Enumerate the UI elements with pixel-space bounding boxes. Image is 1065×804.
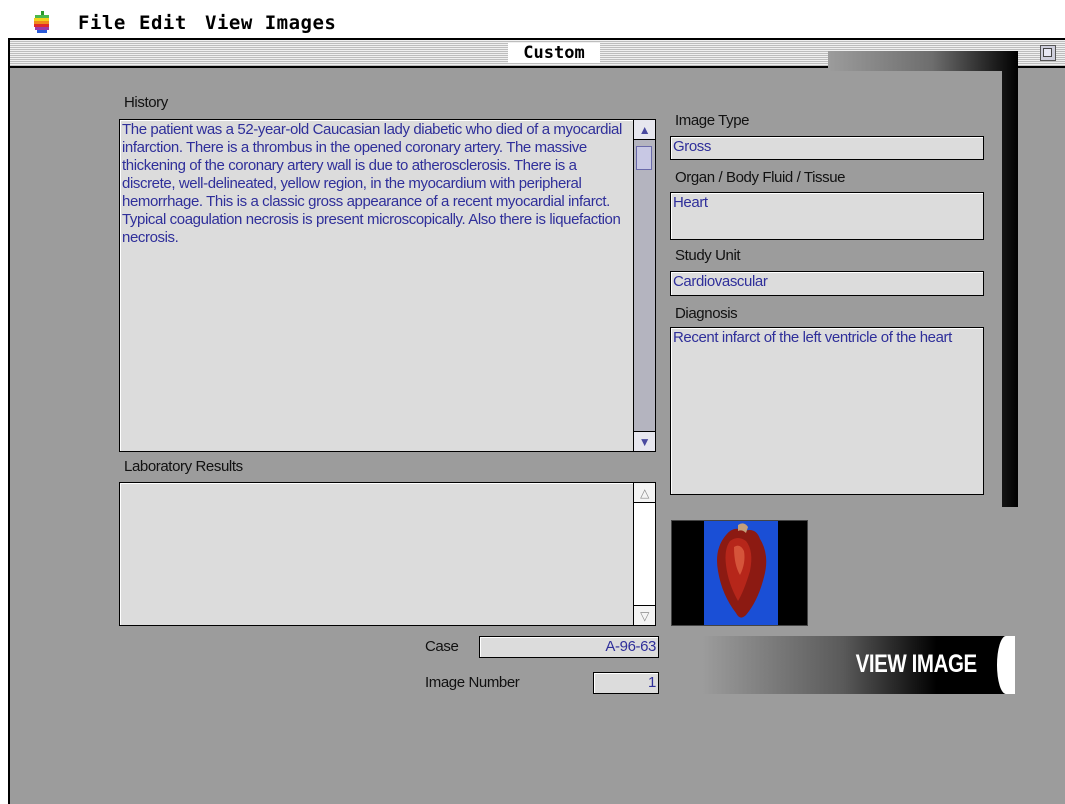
organ-field[interactable]: Heart — [670, 192, 984, 240]
study-unit-field[interactable]: Cardiovascular — [670, 271, 984, 296]
menu-file[interactable]: File — [78, 12, 126, 34]
window-title: Custom — [508, 43, 600, 63]
history-text: The patient was a 52-year-old Caucasian … — [122, 121, 622, 246]
scroll-thumb[interactable] — [636, 146, 652, 170]
specimen-thumbnail[interactable] — [671, 520, 808, 626]
menu-edit[interactable]: Edit — [139, 12, 187, 34]
scroll-down-arrow-icon[interactable]: ▼ — [634, 431, 655, 451]
image-type-label: Image Type — [675, 112, 750, 129]
history-textarea[interactable]: The patient was a 52-year-old Caucasian … — [119, 119, 656, 452]
lab-results-textarea[interactable]: △ ▽ — [119, 482, 656, 626]
heart-specimen-image — [717, 523, 767, 618]
lab-results-scrollbar[interactable]: △ ▽ — [633, 483, 655, 625]
scroll-up-arrow-icon[interactable]: △ — [634, 483, 655, 503]
history-scrollbar[interactable]: ▲ ▼ — [633, 120, 655, 451]
scroll-down-arrow-icon[interactable]: ▽ — [634, 605, 655, 625]
image-number-field[interactable]: 1 — [593, 672, 659, 694]
image-number-label: Image Number — [425, 674, 520, 691]
case-field[interactable]: A-96-63 — [479, 636, 659, 658]
study-unit-label: Study Unit — [675, 247, 741, 264]
lab-results-label: Laboratory Results — [124, 458, 243, 475]
menu-bar: File Edit View Images — [8, 6, 1065, 40]
case-label: Case — [425, 638, 459, 655]
view-image-label: VIEW IMAGE — [855, 650, 978, 678]
menu-view-images[interactable]: View Images — [205, 12, 336, 34]
view-image-cap — [997, 636, 1015, 694]
apple-icon[interactable] — [34, 11, 50, 33]
organ-label: Organ / Body Fluid / Tissue — [675, 169, 846, 186]
zoom-box-icon[interactable] — [1040, 45, 1056, 61]
image-type-field[interactable]: Gross — [670, 136, 984, 160]
diagnosis-field[interactable]: Recent infarct of the left ventricle of … — [670, 327, 984, 495]
scroll-up-arrow-icon[interactable]: ▲ — [634, 120, 655, 140]
diagnosis-label: Diagnosis — [675, 305, 738, 322]
history-label: History — [124, 94, 168, 111]
view-image-button[interactable]: VIEW IMAGE — [702, 636, 1015, 694]
